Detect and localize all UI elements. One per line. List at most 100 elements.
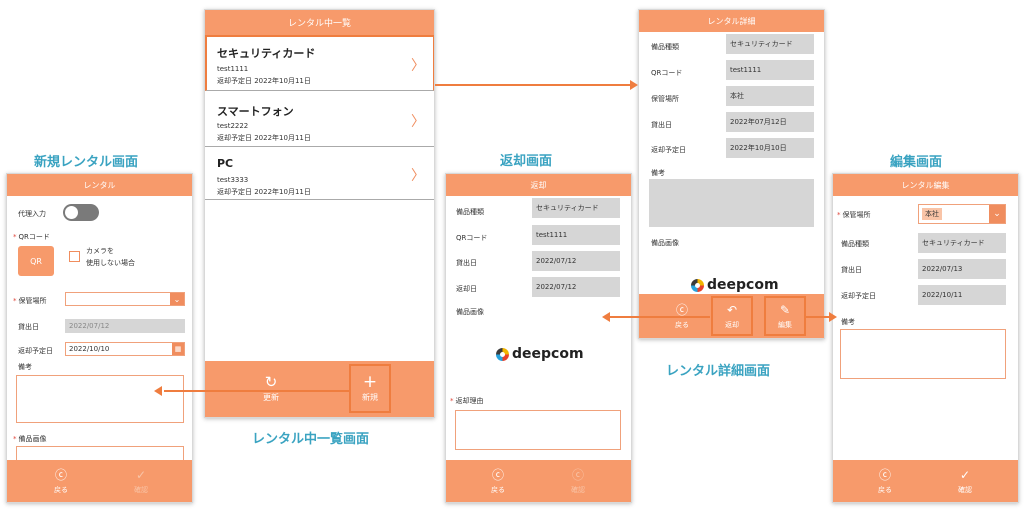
image-label: * 備品画像	[13, 435, 47, 443]
camera-text-1: カメラを	[86, 247, 114, 255]
arrow-head-left	[154, 386, 162, 396]
refresh-button[interactable]: ↻ 更新	[245, 361, 297, 417]
deepcom-logo: deepcom	[691, 277, 779, 293]
due-field: 2022/10/11	[918, 285, 1006, 305]
lend-field: 2022/07/13	[918, 259, 1006, 279]
qr-label: * QRコード	[13, 233, 50, 241]
list-header: レンタル中一覧	[205, 10, 434, 35]
storage-label: * 保管場所	[837, 211, 871, 219]
deepcom-logo: deepcom	[496, 346, 584, 362]
chevron-right-icon: 〉	[411, 114, 425, 130]
lend-label: 貸出日	[651, 121, 672, 129]
confirm-button[interactable]: ⓒ 確認	[554, 460, 602, 502]
back-button[interactable]: ⓒ 戻る	[37, 460, 85, 502]
storage-field: 本社	[726, 86, 814, 106]
check-icon: ✓	[135, 467, 147, 482]
qr-label: QRコード	[456, 234, 488, 242]
due-date-label: 返却予定日	[18, 347, 53, 355]
flow-arrow	[610, 316, 710, 318]
title-new-rental: 新規レンタル画面	[34, 155, 139, 170]
edit-header: レンタル編集	[833, 174, 1018, 196]
item-due: 返却予定日 2022年10月11日	[217, 77, 311, 85]
qr-scan-button[interactable]: QR	[18, 246, 54, 276]
type-label: 備品種類	[651, 43, 679, 51]
qr-label: QRコード	[651, 69, 683, 77]
back-button[interactable]: ⓒ 戻る	[474, 460, 522, 502]
new-rental-screen: レンタル 代理入力 * QRコード QR カメラを 使用しない場合 * 保管場所 ⌄…	[6, 173, 193, 503]
reason-textarea[interactable]	[455, 410, 621, 450]
chevron-down-icon: ⌄	[170, 293, 184, 305]
item-user: test1111	[217, 65, 249, 73]
flow-arrow	[435, 84, 631, 86]
item-due: 返却予定日 2022年10月11日	[217, 134, 311, 142]
due-date-input[interactable]: 2022/10/10 ▦	[65, 342, 185, 356]
chevron-right-icon: 〉	[411, 58, 425, 74]
pencil-icon: ✎	[779, 302, 791, 317]
lend-field: 2022/07/12	[532, 251, 620, 271]
refresh-icon: ↻	[264, 373, 278, 391]
chevron-down-icon: ⌄	[989, 205, 1005, 223]
return-footer: ⓒ 戻る ⓒ 確認	[446, 460, 631, 502]
proxy-label: 代理入力	[18, 210, 46, 218]
type-field: セキュリティカード	[918, 233, 1006, 253]
camera-text-2: 使用しない場合	[86, 259, 135, 267]
calendar-icon[interactable]: ▦	[172, 343, 184, 355]
check-icon: ✓	[959, 467, 971, 482]
storage-select[interactable]: 本社 ⌄	[918, 204, 1006, 224]
lend-field: 2022年07月12日	[726, 112, 814, 132]
title-return: 返却画面	[500, 154, 553, 169]
arrow-head-right	[829, 312, 837, 322]
new-rental-footer: ⓒ 戻る ✓ 確認	[7, 460, 192, 502]
type-field: セキュリティカード	[532, 198, 620, 218]
item-title: スマートフォン	[217, 105, 294, 118]
list-item[interactable]: PC test3333 返却予定日 2022年10月11日 〉	[205, 147, 434, 200]
undo-icon: ↶	[726, 302, 738, 317]
memo-label: 備考	[651, 169, 665, 177]
type-label: 備品種類	[456, 208, 484, 216]
back-circle-icon: ⓒ	[675, 302, 688, 317]
lend-date-field: 2022/07/12	[65, 319, 185, 333]
lend-date-label: 貸出日	[18, 323, 39, 331]
image-label: 備品画像	[651, 239, 679, 247]
item-user: test2222	[217, 122, 249, 130]
type-label: 備品種類	[841, 240, 869, 248]
confirm-button[interactable]: ✓ 確認	[941, 460, 989, 502]
deepcom-logo-icon	[691, 278, 704, 292]
reason-label: * 返却理由	[450, 397, 484, 405]
edit-button[interactable]: ✎ 編集	[764, 296, 806, 336]
storage-label: 保管場所	[651, 95, 679, 103]
new-button[interactable]: + 新規	[349, 364, 391, 413]
due-label: 返却予定日	[841, 292, 876, 300]
storage-label: * 保管場所	[13, 297, 47, 305]
item-title: セキュリティカード	[217, 47, 316, 60]
new-rental-header: レンタル	[7, 174, 192, 196]
chevron-right-icon: 〉	[411, 168, 425, 184]
image-label: 備品画像	[456, 308, 484, 316]
lend-label: 貸出日	[456, 259, 477, 267]
no-camera-checkbox[interactable]	[69, 251, 80, 262]
memo-textarea[interactable]	[16, 375, 184, 423]
return-screen: 返却 備品種類 セキュリティカード QRコード test1111 貸出日 202…	[445, 173, 632, 503]
return-date-label: 返却日	[456, 285, 477, 293]
confirm-button[interactable]: ✓ 確認	[117, 460, 165, 502]
list-item[interactable]: セキュリティカード test1111 返却予定日 2022年10月11日 〉	[205, 35, 434, 91]
deepcom-logo-icon	[496, 347, 509, 361]
qr-field: test1111	[532, 225, 620, 245]
item-title: PC	[217, 157, 234, 170]
edit-screen: レンタル編集 * 保管場所 本社 ⌄ 備品種類 セキュリティカード 貸出日 202…	[832, 173, 1019, 503]
title-edit: 編集画面	[890, 155, 943, 170]
rental-detail-screen: レンタル詳細 備品種類 セキュリティカード QRコード test1111 保管場…	[638, 9, 825, 339]
lend-label: 貸出日	[841, 266, 862, 274]
list-item[interactable]: スマートフォン test2222 返却予定日 2022年10月11日 〉	[205, 93, 434, 147]
plus-icon: +	[362, 371, 378, 392]
storage-selected: 本社	[922, 208, 942, 220]
back-button[interactable]: ⓒ 戻る	[861, 460, 909, 502]
list-footer: ↻ 更新 + 新規	[205, 361, 434, 417]
return-button[interactable]: ↶ 返却	[711, 296, 753, 336]
memo-textarea[interactable]	[840, 329, 1006, 379]
return-header: 返却	[446, 174, 631, 196]
storage-select[interactable]: ⌄	[65, 292, 185, 306]
arrow-head-left	[602, 312, 610, 322]
proxy-toggle[interactable]	[63, 204, 99, 221]
back-circle-icon: ⓒ	[491, 467, 504, 482]
